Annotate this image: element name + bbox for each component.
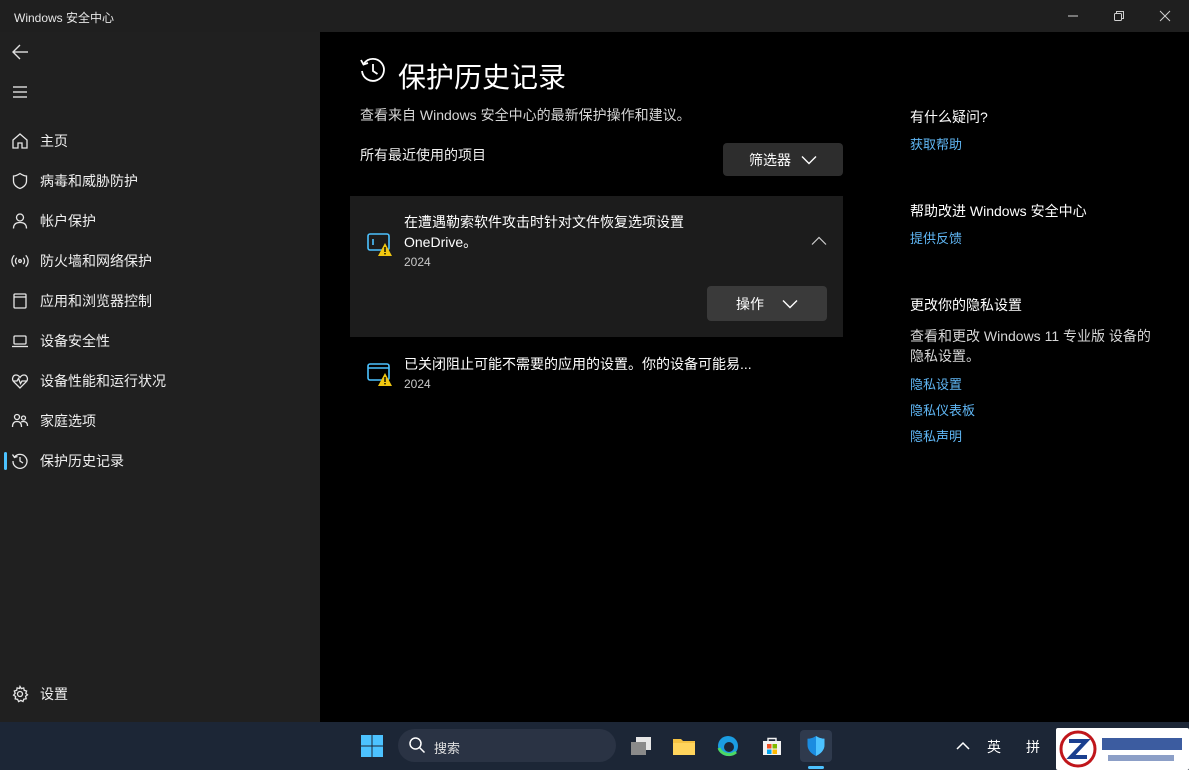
task-view-button[interactable]	[625, 730, 657, 762]
chevron-down-icon	[801, 155, 817, 164]
app-window-icon	[11, 292, 29, 310]
show-hidden-icons-button[interactable]	[947, 730, 979, 762]
questions-heading: 有什么疑问?	[910, 109, 988, 125]
shield-icon	[807, 736, 825, 756]
improve-heading: 帮助改进 Windows 安全中心	[910, 203, 1087, 219]
sidebar-item-label: 防火墙和网络保护	[40, 253, 152, 269]
sidebar-item-firewall[interactable]: 防火墙和网络保护	[0, 243, 320, 279]
close-icon	[1159, 10, 1171, 22]
title-bar: Windows 安全中心	[0, 0, 1189, 32]
settings-label: 设置	[40, 686, 68, 702]
sidebar-item-device-performance[interactable]: 设备性能和运行状况	[0, 363, 320, 399]
folder-icon	[673, 739, 695, 755]
sidebar-item-label: 设备安全性	[40, 333, 110, 349]
filter-button[interactable]: 筛选器	[723, 143, 843, 176]
edge-button[interactable]	[712, 730, 744, 762]
history-item-title: 已关闭阻止可能不需要的应用的设置。你的设备可能易...	[404, 356, 752, 372]
sidebar-item-app-browser-control[interactable]: 应用和浏览器控制	[0, 283, 320, 319]
history-item-expanded[interactable]: 在遭遇勒索软件攻击时针对文件恢复选项设置 OneDrive。 2024 操作	[350, 196, 843, 337]
security-center-taskbar-button[interactable]	[800, 730, 832, 762]
sidebar-item-label: 保护历史记录	[40, 453, 124, 469]
sidebar-item-family-options[interactable]: 家庭选项	[0, 403, 320, 439]
app-warning-icon	[366, 230, 394, 258]
store-button[interactable]	[756, 730, 788, 762]
taskbar-search[interactable]: 搜索	[398, 729, 616, 762]
input-language-indicator[interactable]: 英	[987, 737, 1001, 757]
history-item[interactable]: 已关闭阻止可能不需要的应用的设置。你的设备可能易... 2024	[350, 344, 843, 404]
family-icon	[11, 412, 29, 430]
active-indicator	[4, 452, 7, 470]
history-icon	[358, 56, 388, 91]
store-icon	[763, 737, 781, 755]
search-icon	[408, 736, 426, 759]
person-icon	[11, 212, 29, 230]
active-app-indicator	[808, 766, 824, 769]
sidebar-item-label: 设备性能和运行状况	[40, 373, 166, 389]
sidebar-item-label: 家庭选项	[40, 413, 96, 429]
window-title: Windows 安全中心	[14, 11, 115, 25]
restore-icon	[1114, 11, 1124, 21]
sidebar-item-virus-protection[interactable]: 病毒和威胁防护	[0, 163, 320, 199]
edge-icon	[717, 736, 738, 757]
sidebar-item-settings[interactable]: 设置	[0, 676, 320, 712]
filter-button-label: 筛选器	[749, 151, 791, 168]
start-button[interactable]	[356, 730, 388, 762]
action-button-label: 操作	[736, 295, 764, 312]
gear-icon	[11, 685, 29, 703]
history-item-year: 2024	[404, 255, 431, 269]
shield-icon	[11, 172, 29, 190]
privacy-statement-link[interactable]: 隐私声明	[910, 426, 962, 445]
sidebar-item-label: 病毒和威胁防护	[40, 173, 138, 189]
history-item-title-cont: OneDrive。	[404, 234, 478, 250]
close-button[interactable]	[1142, 0, 1188, 32]
sidebar: 主页 病毒和威胁防护 帐户保护 防火墙和网络保护 应用和浏览器控制 设备安全性 …	[0, 32, 320, 722]
maximize-button[interactable]	[1096, 0, 1142, 32]
back-arrow-icon	[12, 44, 28, 60]
windows-logo-icon	[361, 735, 383, 757]
home-icon	[11, 132, 29, 150]
back-button[interactable]	[8, 40, 32, 64]
main-content: 保护历史记录 查看来自 Windows 安全中心的最新保护操作和建议。 所有最近…	[320, 32, 1189, 722]
recent-items-label: 所有最近使用的项目	[360, 147, 486, 163]
app-warning-icon	[366, 360, 394, 388]
sidebar-item-label: 帐户保护	[40, 213, 96, 229]
minimize-icon	[1068, 15, 1078, 17]
history-item-year: 2024	[404, 377, 431, 391]
sidebar-item-home[interactable]: 主页	[0, 123, 320, 159]
wifi-icon	[11, 252, 29, 270]
minimize-button[interactable]	[1050, 0, 1096, 32]
privacy-heading: 更改你的隐私设置	[910, 297, 1022, 313]
chevron-up-icon	[956, 741, 970, 750]
get-help-link[interactable]: 获取帮助	[910, 134, 962, 153]
laptop-icon	[11, 332, 29, 350]
sidebar-item-account-protection[interactable]: 帐户保护	[0, 203, 320, 239]
hamburger-icon	[13, 86, 27, 98]
task-view-icon	[631, 737, 651, 755]
sidebar-item-protection-history[interactable]: 保护历史记录	[0, 443, 320, 479]
sidebar-item-device-security[interactable]: 设备安全性	[0, 323, 320, 359]
sidebar-item-label: 主页	[40, 133, 68, 149]
sidebar-item-label: 应用和浏览器控制	[40, 293, 152, 309]
ime-mode-indicator[interactable]: 拼	[1026, 737, 1040, 757]
page-subtitle: 查看来自 Windows 安全中心的最新保护操作和建议。	[360, 107, 691, 123]
watermark-logo	[1056, 728, 1189, 770]
privacy-settings-link[interactable]: 隐私设置	[910, 374, 962, 393]
chevron-up-icon	[811, 236, 827, 245]
action-button[interactable]: 操作	[707, 286, 827, 321]
heart-pulse-icon	[11, 372, 29, 390]
privacy-description: 查看和更改 Windows 11 专业版 设备的隐私设置。	[910, 328, 1151, 364]
history-icon	[11, 452, 29, 470]
collapse-button[interactable]	[808, 230, 830, 252]
page-title: 保护历史记录	[398, 62, 567, 93]
privacy-dashboard-link[interactable]: 隐私仪表板	[910, 400, 975, 419]
chevron-down-icon	[782, 299, 798, 308]
history-item-title: 在遭遇勒索软件攻击时针对文件恢复选项设置	[404, 214, 684, 230]
file-explorer-button[interactable]	[668, 730, 700, 762]
taskbar: 搜索 英 拼	[0, 722, 1189, 770]
feedback-link[interactable]: 提供反馈	[910, 228, 962, 247]
menu-button[interactable]	[8, 80, 32, 104]
search-placeholder: 搜索	[434, 741, 461, 756]
